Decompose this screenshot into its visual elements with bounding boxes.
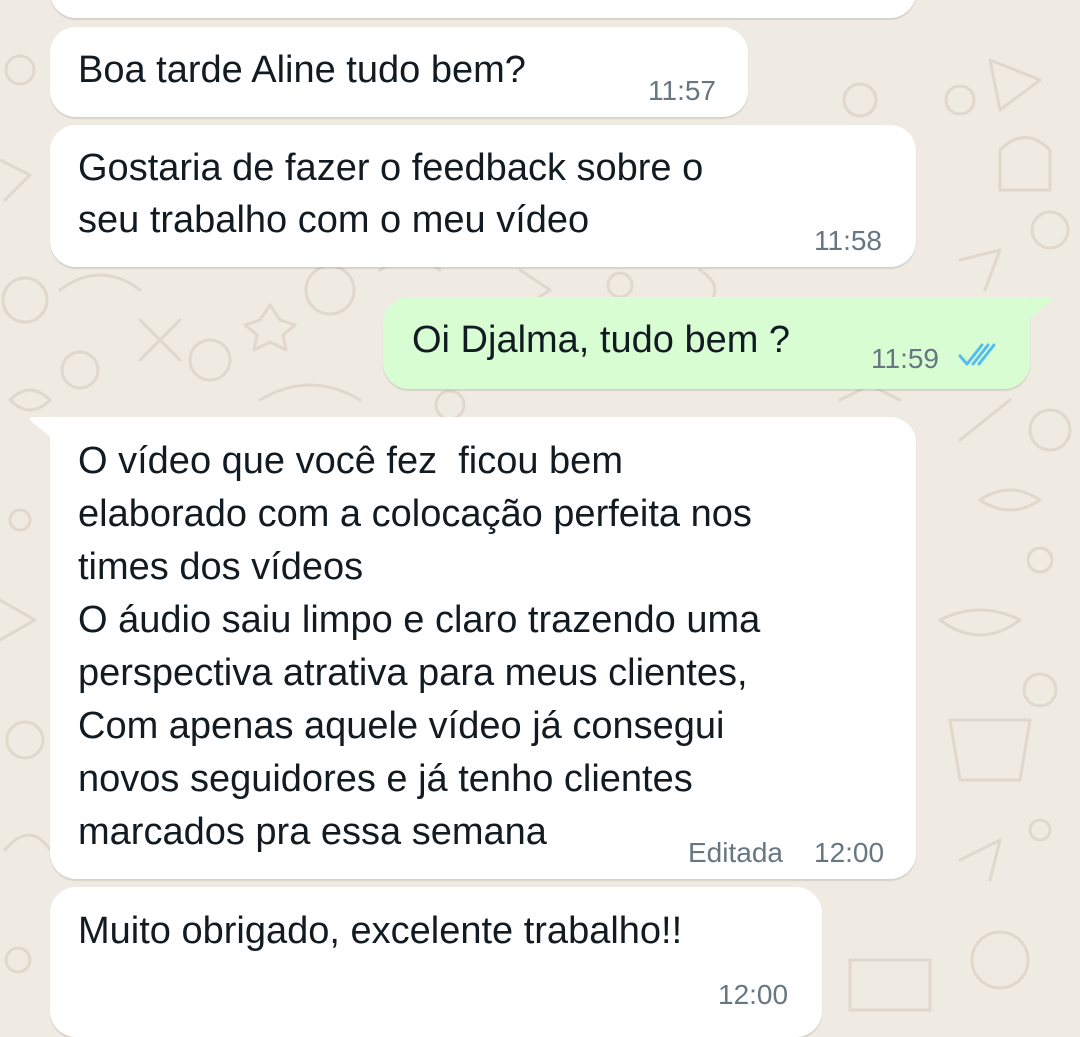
message-text-line: Com apenas aquele vídeo já consegui (78, 705, 725, 747)
message-bubble-outgoing[interactable]: Oi Djalma, tudo bem ? 11:59 (383, 297, 1030, 389)
message-timestamp: 12:00 (814, 837, 885, 868)
message-text-line: Gostaria de fazer o feedback sobre o (78, 147, 704, 189)
double-check-read-icon (958, 343, 996, 366)
message-text-line: times dos vídeos (78, 546, 364, 588)
message-timestamp: 11:59 (871, 343, 939, 374)
message-text: Boa tarde Aline tudo bem? (78, 49, 526, 91)
message-text-line: O vídeo que você fez ficou bem (78, 440, 623, 482)
message-bubble-incoming[interactable]: O vídeo que você fez ficou bem elaborado… (50, 417, 916, 879)
message-bubble-incoming[interactable]: Gostaria de fazer o feedback sobre o seu… (50, 125, 916, 267)
message-text-line: elaborado com a colocação perfeita nos (78, 493, 752, 535)
message-timestamp: 11:57 (648, 75, 716, 106)
previous-message-bubble (50, 0, 916, 18)
message-timestamp: 12:00 (718, 979, 789, 1010)
message-timestamp: 11:58 (814, 225, 882, 256)
message-text-line: perspectiva atrativa para meus clientes, (78, 652, 748, 694)
message-text-line: marcados pra essa semana (78, 811, 547, 853)
message-text-line: novos seguidores e já tenho clientes (78, 758, 693, 800)
edited-label: Editada (688, 837, 783, 868)
message-text-line: O áudio saiu limpo e claro trazendo uma (78, 599, 761, 641)
message-bubble-incoming[interactable]: Muito obrigado, excelente trabalho!! 12:… (50, 887, 822, 1037)
message-text: Oi Djalma, tudo bem ? (412, 319, 791, 361)
message-text-line: seu trabalho com o meu vídeo (78, 199, 590, 241)
message-text: Muito obrigado, excelente trabalho!! (78, 910, 683, 952)
message-bubble-incoming[interactable]: Boa tarde Aline tudo bem? 11:57 (50, 27, 748, 117)
